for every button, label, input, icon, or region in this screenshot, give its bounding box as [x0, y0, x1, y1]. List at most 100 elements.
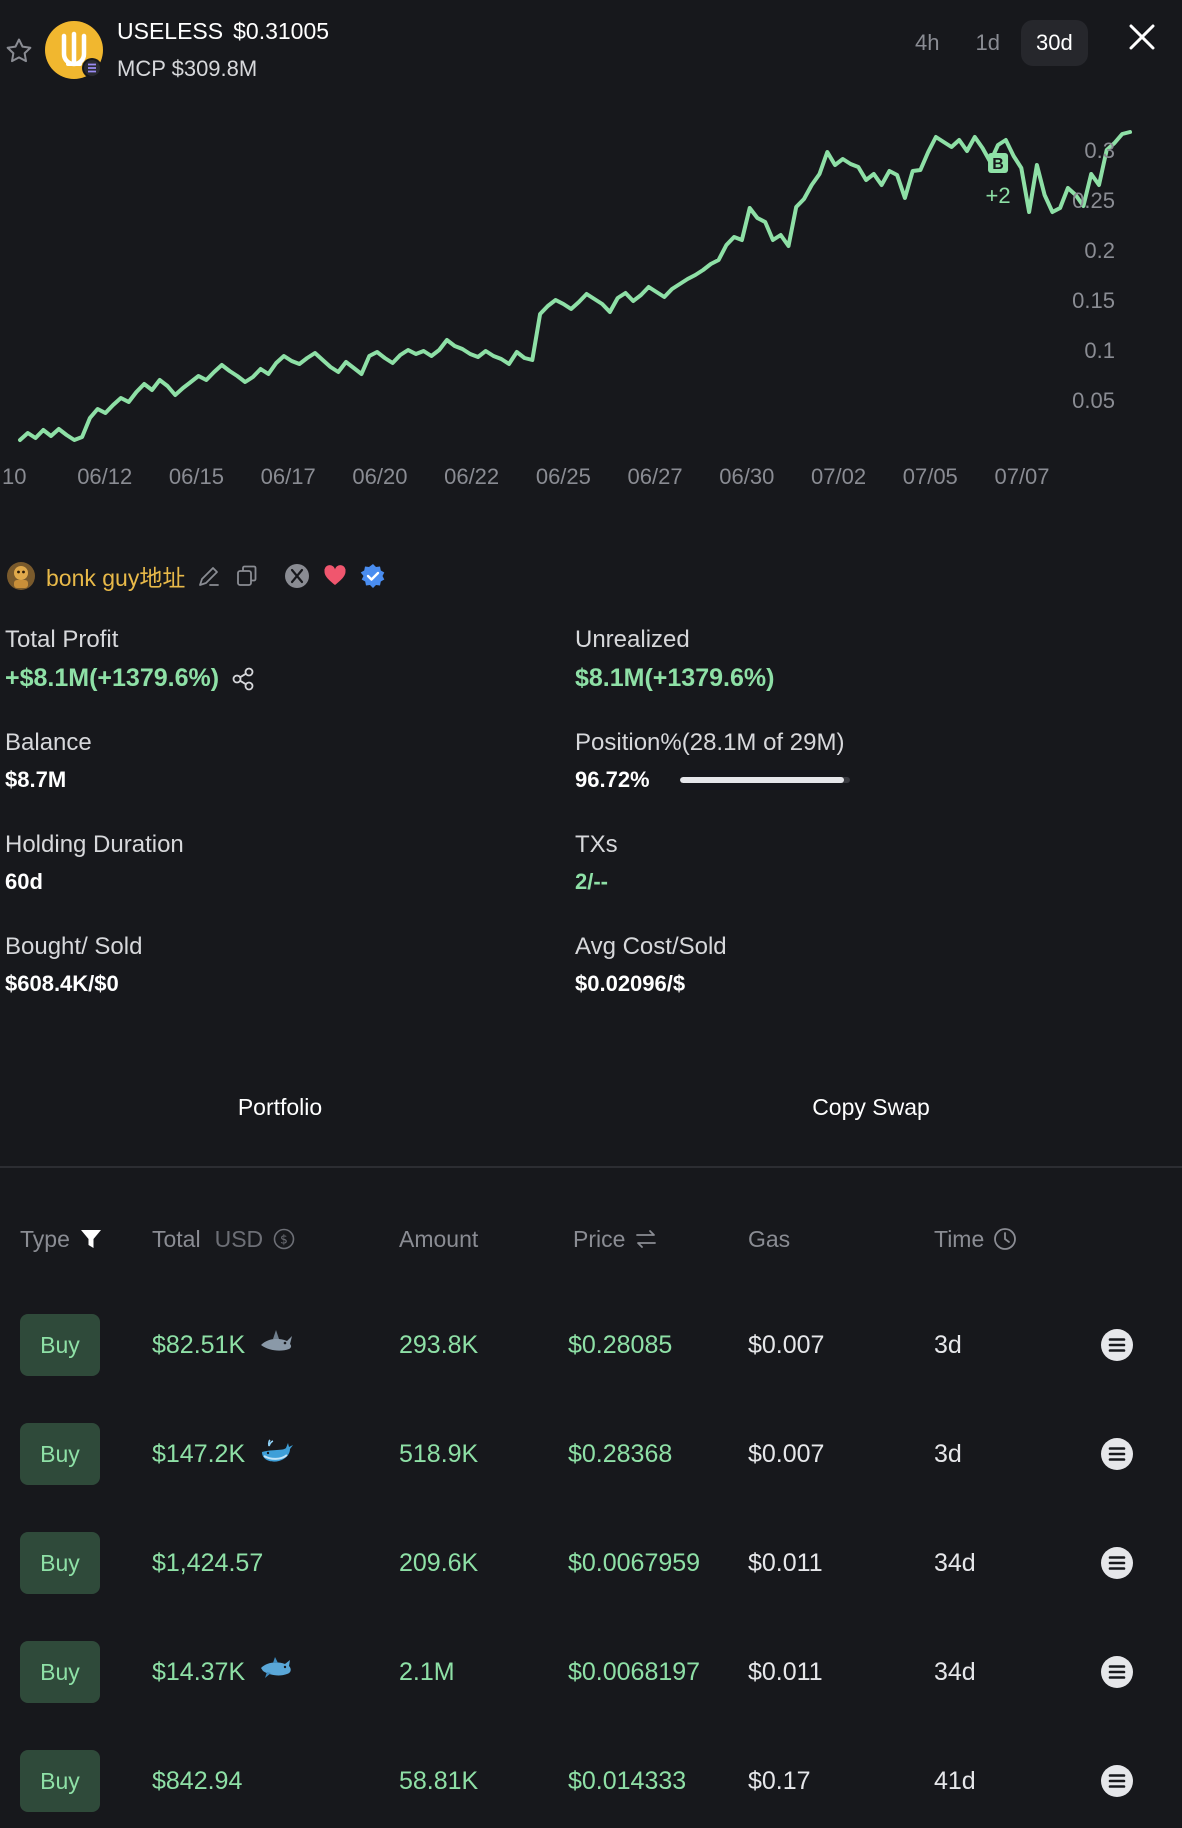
buy-marker-label: B — [992, 156, 1004, 173]
row-amount: 209.6K — [399, 1548, 479, 1577]
row-amount: 518.9K — [399, 1439, 479, 1468]
solana-icon[interactable] — [1100, 1764, 1134, 1798]
row-time: 41d — [934, 1766, 976, 1795]
x-tick-label: 06/27 — [628, 464, 683, 489]
x-tick-label: 06/30 — [719, 464, 774, 489]
x-tick-label: 06/12 — [77, 464, 132, 489]
x-tick-label: 07/02 — [811, 464, 866, 489]
balance-value: $8.7M — [5, 767, 67, 792]
txs-label: TXs — [575, 831, 618, 858]
type-badge: Buy — [20, 1750, 100, 1812]
table-row[interactable]: Buy $82.51K 293.8K $0.28085 $0.007 3d — [0, 1314, 1182, 1376]
unrealized-value: $8.1M(+1379.6%) — [575, 664, 775, 692]
price-line — [18, 130, 1132, 442]
trader-badge — [245, 1436, 294, 1473]
tab-portfolio[interactable]: Portfolio — [0, 1045, 560, 1170]
table-row[interactable]: Buy $1,424.57 209.6K $0.0067959 $0.011 3… — [0, 1532, 1182, 1594]
swap-arrows-icon[interactable] — [633, 1226, 659, 1252]
col-price[interactable]: Price — [573, 1215, 659, 1263]
x-tick-label: 10 — [2, 464, 26, 489]
range-30d-button[interactable]: 30d — [1020, 20, 1088, 66]
solana-icon[interactable] — [1100, 1546, 1134, 1580]
clock-icon[interactable] — [992, 1226, 1018, 1252]
holding-duration-stat: Holding Duration 60d — [5, 831, 184, 895]
shark-icon — [261, 1329, 293, 1351]
row-amount: 58.81K — [399, 1766, 479, 1795]
solana-icon[interactable] — [1100, 1655, 1134, 1689]
verified-icon — [361, 564, 385, 588]
x-tick-label: 06/22 — [444, 464, 499, 489]
x-tick-label: 06/20 — [352, 464, 407, 489]
position-progress-fill — [679, 777, 845, 783]
buy-marker-count: +2 — [985, 183, 1010, 208]
col-type[interactable]: Type — [20, 1215, 104, 1263]
solana-icon[interactable] — [1100, 1328, 1134, 1362]
star-icon[interactable] — [4, 36, 34, 66]
holding-duration-label: Holding Duration — [5, 831, 184, 858]
total-value: $147.2K — [152, 1439, 246, 1468]
wallet-info: bonk guy地址 — [6, 558, 397, 594]
total-profit-label: Total Profit — [5, 626, 119, 653]
svg-text:$: $ — [280, 1233, 288, 1247]
position-stat: Position%(28.1M of 29M) 96.72% — [575, 729, 850, 793]
unrealized-stat: Unrealized $8.1M(+1379.6%) — [575, 626, 774, 693]
type-badge: Buy — [20, 1314, 100, 1376]
txs-value: 2/-- — [575, 869, 608, 894]
bought-sold-value: $608.4K/$0 — [5, 971, 119, 996]
dolphin-icon — [261, 1656, 291, 1678]
x-tick-label: 07/07 — [994, 464, 1049, 489]
table-row[interactable]: Buy $147.2K 518.9K $0.28368 $0.007 3d — [0, 1423, 1182, 1485]
currency-switch-icon[interactable]: $ — [271, 1226, 297, 1252]
wallet-name: bonk guy地址 — [46, 565, 186, 591]
col-total-label: Total — [152, 1225, 201, 1252]
header: USELESS $0.31005 MCP $309.8M 4h 1d 30d — [0, 0, 1182, 100]
range-4h-button[interactable]: 4h — [900, 20, 954, 66]
type-badge: Buy — [20, 1641, 100, 1703]
close-icon[interactable] — [1125, 20, 1159, 54]
edit-icon[interactable] — [195, 562, 223, 590]
row-time: 34d — [934, 1548, 976, 1577]
token-symbol: USELESS — [117, 18, 224, 44]
row-total: $14.37K — [152, 1641, 293, 1703]
token-price: $0.31005 — [233, 18, 330, 44]
avg-cost-stat: Avg Cost/Sold $0.02096/$ — [575, 933, 727, 997]
balance-stat: Balance $8.7M — [5, 729, 92, 793]
col-total[interactable]: Total USD $ — [152, 1215, 297, 1263]
row-amount: 293.8K — [399, 1330, 479, 1359]
total-profit-row: +$8.1M(+1379.6%) — [5, 664, 257, 693]
total-value: $14.37K — [152, 1657, 246, 1686]
market-cap: MCP $309.8M — [117, 56, 258, 81]
col-gas: Gas — [748, 1225, 791, 1252]
y-tick-label: 0.25 — [1072, 188, 1115, 213]
x-twitter-icon[interactable] — [283, 562, 311, 590]
col-total-unit: USD — [214, 1225, 264, 1252]
type-badge: Buy — [20, 1423, 100, 1485]
row-total: $147.2K — [152, 1423, 294, 1485]
price-chart[interactable]: 0.3 0.25 0.2 0.15 0.1 0.05 10 06/12 06/15 06/17 06… — [0, 100, 1182, 500]
balance-label: Balance — [5, 729, 92, 756]
share-icon[interactable] — [229, 665, 257, 693]
heart-icon[interactable] — [321, 562, 349, 590]
total-value: $82.51K — [152, 1330, 246, 1359]
y-tick-label: 0.05 — [1072, 388, 1115, 413]
solana-icon[interactable] — [1100, 1437, 1134, 1471]
divider — [0, 1166, 1182, 1168]
col-time[interactable]: Time — [934, 1215, 1018, 1263]
filter-icon[interactable] — [78, 1226, 104, 1252]
row-time: 3d — [934, 1330, 962, 1359]
table-row[interactable]: Buy $842.94 58.81K $0.014333 $0.17 41d — [0, 1750, 1182, 1812]
range-1d-button[interactable]: 1d — [960, 20, 1014, 66]
tab-copy-swap[interactable]: Copy Swap — [560, 1045, 1182, 1170]
x-tick-label: 06/25 — [536, 464, 591, 489]
type-badge: Buy — [20, 1532, 100, 1594]
avg-cost-value: $0.02096/$ — [575, 971, 686, 996]
row-price: $0.28368 — [568, 1439, 673, 1468]
table-row[interactable]: Buy $14.37K 2.1M $0.0068197 $0.011 34d — [0, 1641, 1182, 1703]
position-row: 96.72% — [575, 767, 850, 793]
position-label: Position%(28.1M of 29M) — [575, 729, 845, 756]
x-tick-label: 06/17 — [261, 464, 316, 489]
wallet-token-detail: USELESS $0.31005 MCP $309.8M 4h 1d 30d 0.… — [0, 0, 1182, 1828]
col-price-label: Price — [573, 1225, 626, 1252]
copy-icon[interactable] — [233, 562, 261, 590]
position-progress-bar — [679, 777, 850, 783]
